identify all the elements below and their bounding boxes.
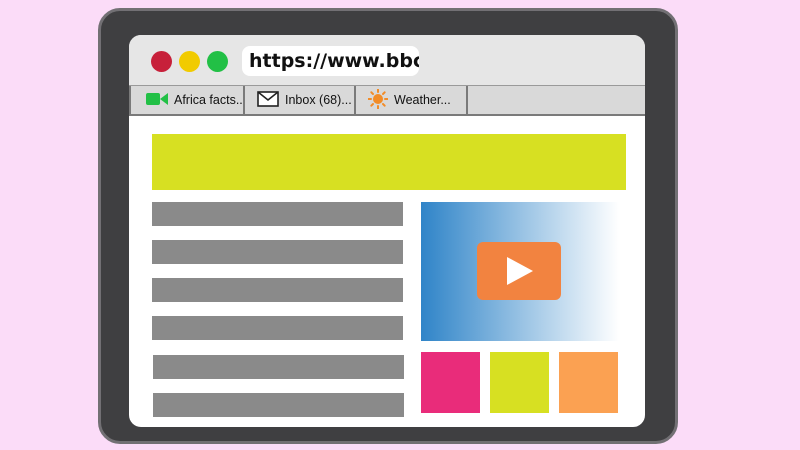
page-background: https://www.bbc.c Africa facts... — [0, 0, 800, 450]
video-player[interactable] — [421, 202, 619, 341]
tab-label: Inbox (68)... — [285, 93, 352, 107]
thumbnail-pink[interactable] — [421, 352, 480, 413]
tab-label: Africa facts... — [174, 93, 245, 107]
tab-bar: Africa facts... Inbox (68)... Weather... — [129, 86, 645, 116]
video-camera-icon — [146, 92, 168, 109]
browser-titlebar: https://www.bbc.c — [129, 35, 645, 86]
text-line — [152, 278, 403, 302]
thumbnail-lime[interactable] — [490, 352, 549, 413]
tab-weather[interactable]: Weather... — [356, 86, 468, 114]
text-line — [152, 316, 403, 340]
close-window-button[interactable] — [151, 51, 172, 72]
address-bar[interactable]: https://www.bbc.c — [242, 46, 419, 76]
text-line — [153, 393, 404, 417]
browser-window: https://www.bbc.c Africa facts... — [129, 35, 645, 427]
header-banner[interactable] — [152, 134, 626, 190]
sun-icon — [367, 88, 389, 112]
minimize-window-button[interactable] — [179, 51, 200, 72]
envelope-icon — [257, 90, 279, 110]
play-icon — [507, 257, 533, 285]
text-line — [153, 355, 404, 379]
text-line — [152, 202, 403, 226]
page-content — [129, 116, 645, 427]
maximize-window-button[interactable] — [207, 51, 228, 72]
thumbnail-orange[interactable] — [559, 352, 618, 413]
tab-inbox[interactable]: Inbox (68)... — [245, 86, 356, 114]
play-button[interactable] — [477, 242, 561, 300]
tab-africa-facts[interactable]: Africa facts... — [129, 86, 245, 114]
text-line — [152, 240, 403, 264]
tab-label: Weather... — [394, 93, 451, 107]
